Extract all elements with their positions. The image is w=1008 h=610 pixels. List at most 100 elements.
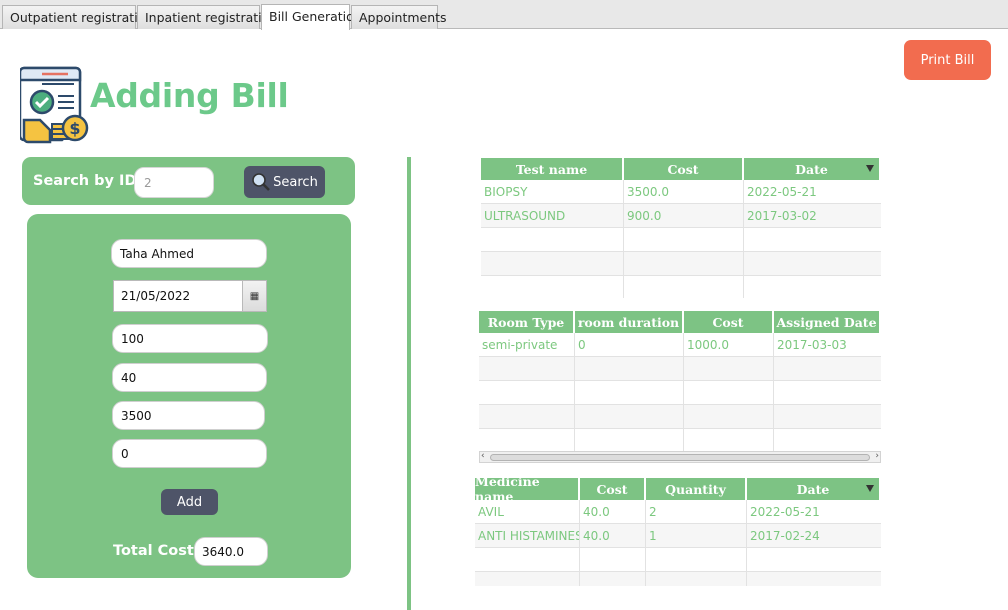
table-cell	[646, 572, 747, 586]
rooms-table[interactable]: Room Type room duration Cost Assigned Da…	[479, 311, 881, 451]
table-cell	[475, 572, 580, 586]
column-header-quantity[interactable]: Quantity	[646, 478, 747, 500]
table-cell: 40.0	[580, 524, 646, 548]
bill-form-panel: Taha Ahmed 21/05/2022 ▦ 100 40 3500 0 Ad…	[27, 214, 351, 578]
table-row-empty	[475, 572, 881, 586]
search-button[interactable]: Search	[244, 166, 325, 198]
table-cell	[580, 548, 646, 572]
table-cell: BIOPSY	[481, 180, 624, 204]
column-header-assigned-date[interactable]: Assigned Date	[774, 311, 881, 333]
sort-descending-icon	[866, 165, 874, 172]
add-button[interactable]: Add	[161, 489, 218, 515]
tests-table[interactable]: Test name Cost Date BIOPSY 3500.0 2022-0…	[481, 158, 881, 298]
table-row-empty	[475, 548, 881, 572]
column-header-medicine-date[interactable]: Date	[747, 478, 881, 500]
table-cell: 2022-05-21	[750, 505, 820, 519]
print-bill-button[interactable]: Print Bill	[904, 40, 991, 80]
table-cell: 40.0	[580, 500, 646, 524]
table-cell	[575, 429, 684, 451]
table-cell: 2	[646, 500, 747, 524]
table-cell: 2017-03-02	[747, 209, 817, 223]
page-title: Adding Bill	[90, 76, 289, 115]
charge-field-3[interactable]: 3500	[112, 401, 265, 430]
table-cell	[481, 276, 624, 298]
tab-appointments[interactable]: Appointments	[351, 5, 447, 29]
table-cell: 2017-02-24	[750, 529, 820, 543]
table-cell	[684, 405, 774, 429]
table-cell	[575, 357, 684, 381]
table-cell: 2022-05-21	[747, 185, 817, 199]
table-cell: 900.0	[624, 204, 744, 228]
rooms-table-horizontal-scrollbar[interactable]: ‹ ›	[479, 451, 881, 463]
charge-field-4[interactable]: 0	[112, 439, 267, 468]
table-row-empty	[479, 405, 881, 429]
tab-bar: Outpatient registration Inpatient regist…	[0, 0, 1008, 30]
column-header-test-name[interactable]: Test name	[481, 158, 624, 180]
bill-date-picker[interactable]: 21/05/2022 ▦	[113, 280, 267, 312]
table-row[interactable]: ANTI HISTAMINES 40.0 1 2017-02-24	[475, 524, 881, 548]
table-row[interactable]: ULTRASOUND 900.0 2017-03-02	[481, 204, 881, 228]
search-panel: Search by ID 2 Search	[22, 157, 355, 205]
bill-date-value: 21/05/2022	[121, 289, 191, 303]
sort-descending-icon	[866, 485, 874, 492]
table-cell: 1000.0	[684, 333, 774, 357]
total-cost-label: Total Cost	[113, 543, 194, 559]
column-header-room-cost[interactable]: Cost	[684, 311, 774, 333]
total-cost-field[interactable]: 3640.0	[194, 537, 268, 566]
table-row[interactable]: BIOPSY 3500.0 2022-05-21	[481, 180, 881, 204]
scrollbar-thumb[interactable]	[490, 454, 870, 461]
table-cell	[475, 548, 580, 572]
tab-inpatient-registration[interactable]: Inpatient registration	[137, 5, 277, 29]
column-header-date-label: Date	[795, 161, 828, 177]
calendar-icon[interactable]: ▦	[242, 281, 266, 311]
table-row[interactable]: semi-private 0 1000.0 2017-03-03	[479, 333, 881, 357]
table-cell	[479, 357, 575, 381]
column-header-room-type[interactable]: Room Type	[479, 311, 575, 333]
table-cell	[575, 381, 684, 405]
table-cell: ULTRASOUND	[481, 204, 624, 228]
svg-text:$: $	[69, 119, 80, 138]
table-cell	[624, 276, 744, 298]
tab-outpatient-registration[interactable]: Outpatient registration	[2, 5, 153, 29]
table-cell: 2017-03-03	[777, 338, 847, 352]
table-row-empty	[479, 381, 881, 405]
column-header-cost[interactable]: Cost	[624, 158, 744, 180]
search-id-input[interactable]: 2	[134, 167, 214, 198]
column-header-medicine-name[interactable]: Medicine name	[475, 478, 580, 504]
table-cell: ANTI HISTAMINES	[475, 524, 580, 548]
column-header-medicine-cost[interactable]: Cost	[580, 478, 646, 500]
tab-bill-generation[interactable]: Bill Generation	[261, 4, 362, 30]
table-cell	[684, 429, 774, 451]
bill-generation-window: Outpatient registration Inpatient regist…	[0, 0, 1008, 610]
table-cell	[646, 548, 747, 572]
medicine-table[interactable]: Medicine name Cost Quantity Date AVIL 40…	[475, 478, 881, 586]
table-row[interactable]: AVIL 40.0 2 2022-05-21	[475, 500, 881, 524]
table-cell	[481, 252, 624, 276]
column-header-medicine-date-label: Date	[796, 481, 830, 497]
table-cell	[580, 572, 646, 586]
table-cell: 3500.0	[624, 180, 744, 204]
scroll-right-icon[interactable]: ›	[875, 451, 879, 461]
table-cell	[684, 381, 774, 405]
table-cell	[479, 381, 575, 405]
table-cell: AVIL	[475, 500, 580, 524]
table-cell: 1	[646, 524, 747, 548]
magnifier-icon	[252, 173, 271, 191]
patient-name-field[interactable]: Taha Ahmed	[111, 239, 267, 268]
table-cell	[684, 357, 774, 381]
table-cell: 0	[575, 333, 684, 357]
bill-document-icon: $	[18, 62, 92, 144]
table-row-empty	[481, 276, 881, 298]
charge-field-1[interactable]: 100	[112, 324, 268, 353]
charge-field-2[interactable]: 40	[112, 363, 267, 392]
scroll-left-icon[interactable]: ‹	[481, 451, 485, 461]
column-header-date[interactable]: Date	[744, 158, 881, 180]
table-row-empty	[481, 252, 881, 276]
search-button-label: Search	[273, 174, 318, 190]
column-header-room-duration[interactable]: room duration	[575, 311, 684, 333]
table-row-empty	[479, 357, 881, 381]
table-cell	[479, 429, 575, 451]
table-row-empty	[479, 429, 881, 451]
table-cell	[575, 405, 684, 429]
table-cell	[481, 228, 624, 252]
